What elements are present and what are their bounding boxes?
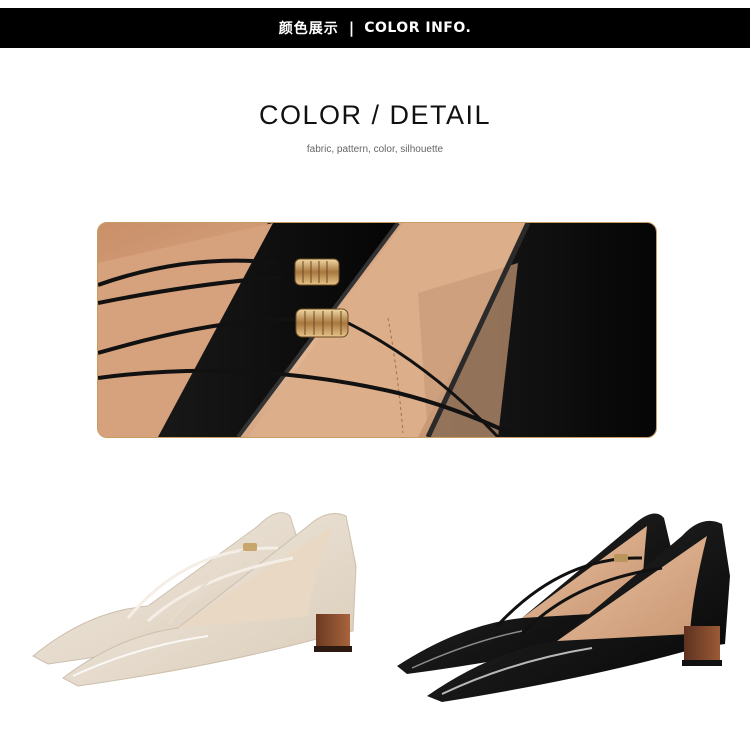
header-cn-label: 颜色展示 xyxy=(278,21,339,37)
header-bar: 颜色展示 | COLOR INFO. xyxy=(0,8,750,48)
strap-detail-closeup xyxy=(97,222,657,438)
header-en-label: COLOR INFO. xyxy=(364,20,472,36)
header-separator: | xyxy=(348,19,355,37)
section-title: COLOR / DETAIL xyxy=(258,100,492,130)
section-subtitle: fabric, pattern, color, silhouette xyxy=(306,144,444,155)
beige-pump xyxy=(28,496,364,696)
black-pump xyxy=(392,506,737,706)
